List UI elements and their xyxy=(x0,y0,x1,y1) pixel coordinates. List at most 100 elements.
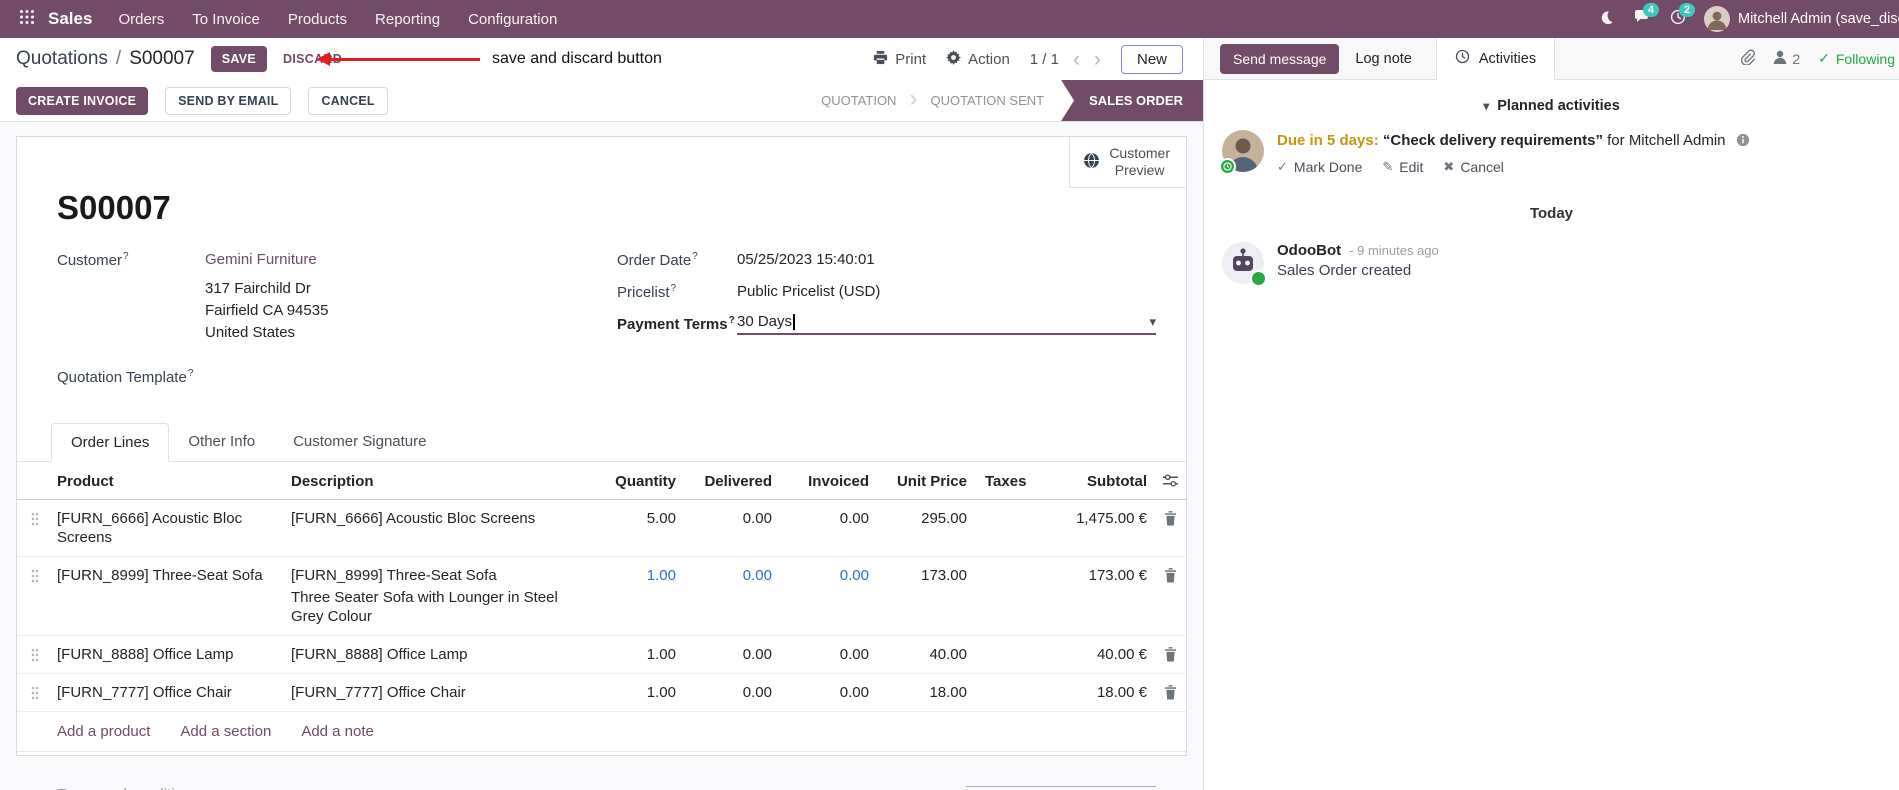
delete-line-icon[interactable] xyxy=(1155,683,1186,700)
invoiced-cell[interactable]: 0.00 xyxy=(780,645,877,664)
mark-done-button[interactable]: ✓ Mark Done xyxy=(1277,159,1362,175)
user-menu[interactable]: Mitchell Admin (save_discar xyxy=(1704,0,1899,38)
breadcrumb-quotations[interactable]: Quotations xyxy=(16,48,108,70)
header-delivered[interactable]: Delivered xyxy=(684,472,780,491)
online-badge xyxy=(1250,270,1267,287)
delivered-cell[interactable]: 0.00 xyxy=(684,566,780,585)
tab-other-info[interactable]: Other Info xyxy=(169,423,274,462)
action-menu-button[interactable]: Action xyxy=(946,49,1010,69)
drag-handle-icon[interactable] xyxy=(17,683,53,700)
product-cell[interactable]: [FURN_8999] Three-Seat Sofa xyxy=(53,566,291,585)
new-record-button[interactable]: New xyxy=(1120,44,1183,74)
print-button[interactable]: Print xyxy=(873,50,926,69)
activities-button[interactable]: 2 xyxy=(1660,0,1696,38)
activities-tab[interactable]: Activities xyxy=(1435,38,1556,80)
delivered-cell[interactable]: 0.00 xyxy=(684,683,780,702)
menu-reporting[interactable]: Reporting xyxy=(361,0,454,38)
header-description[interactable]: Description xyxy=(291,472,589,491)
pager-next-button[interactable]: › xyxy=(1094,49,1101,70)
order-line-row[interactable]: [FURN_7777] Office Chair [FURN_7777] Off… xyxy=(17,674,1186,712)
invoiced-cell[interactable]: 0.00 xyxy=(780,509,877,528)
product-cell[interactable]: [FURN_6666] Acoustic Bloc Screens xyxy=(53,509,291,547)
planned-activities-header[interactable]: ▾ Planned activities xyxy=(1204,98,1899,114)
messages-button[interactable]: 4 xyxy=(1624,0,1660,38)
quantity-cell[interactable]: 1.00 xyxy=(589,683,684,702)
apps-menu-button[interactable] xyxy=(12,0,42,38)
invoiced-cell[interactable]: 0.00 xyxy=(780,683,877,702)
dropdown-caret-icon[interactable]: ▾ xyxy=(1149,314,1156,330)
header-taxes[interactable]: Taxes xyxy=(975,472,1055,491)
payment-terms-input[interactable]: 30 Days ▾ xyxy=(737,313,1156,335)
customer-preview-button[interactable]: Customer Preview xyxy=(1069,137,1186,188)
delete-line-icon[interactable] xyxy=(1155,645,1186,662)
pricelist-value[interactable]: Public Pricelist (USD) xyxy=(737,283,880,300)
cancel-activity-button[interactable]: ✖ Cancel xyxy=(1443,159,1504,175)
optional-columns-icon[interactable] xyxy=(1155,472,1186,487)
pager-previous-button[interactable]: ‹ xyxy=(1073,49,1080,70)
delete-line-icon[interactable] xyxy=(1155,566,1186,583)
quantity-cell[interactable]: 1.00 xyxy=(589,566,684,585)
delivered-cell[interactable]: 0.00 xyxy=(684,509,780,528)
header-unit-price[interactable]: Unit Price xyxy=(877,472,975,491)
step-sales-order[interactable]: SALES ORDER xyxy=(1061,80,1203,121)
header-invoiced[interactable]: Invoiced xyxy=(780,472,877,491)
add-section-link[interactable]: Add a section xyxy=(180,723,271,740)
drag-handle-icon[interactable] xyxy=(17,566,53,583)
header-product[interactable]: Product xyxy=(53,472,291,491)
drag-handle-icon[interactable] xyxy=(17,509,53,526)
product-cell[interactable]: [FURN_7777] Office Chair xyxy=(53,683,291,702)
description-cell[interactable]: [FURN_8999] Three-Seat Sofa Three Seater … xyxy=(291,566,589,626)
order-date-value[interactable]: 05/25/2023 15:40:01 xyxy=(737,251,875,268)
order-line-row[interactable]: [FURN_6666] Acoustic Bloc Screens [FURN_… xyxy=(17,500,1186,557)
send-message-button[interactable]: Send message xyxy=(1220,43,1340,74)
following-button[interactable]: ✓ Following xyxy=(1818,50,1895,67)
form-view-column: Quotations / S00007 SAVE DISCARD save an… xyxy=(0,38,1204,790)
customer-field-value[interactable]: Gemini Furniture xyxy=(205,251,317,269)
description-cell[interactable]: [FURN_7777] Office Chair xyxy=(291,683,589,702)
info-icon[interactable] xyxy=(1736,132,1750,153)
menu-products[interactable]: Products xyxy=(274,0,361,38)
app-name[interactable]: Sales xyxy=(48,9,92,29)
unit-price-cell[interactable]: 18.00 xyxy=(877,683,975,702)
order-line-row[interactable]: [FURN_8888] Office Lamp [FURN_8888] Offi… xyxy=(17,636,1186,674)
quantity-cell[interactable]: 5.00 xyxy=(589,509,684,528)
header-subtotal[interactable]: Subtotal xyxy=(1055,472,1155,491)
message-author[interactable]: OdooBot xyxy=(1277,242,1341,259)
invoiced-cell[interactable]: 0.00 xyxy=(780,566,877,585)
delete-line-icon[interactable] xyxy=(1155,509,1186,526)
save-button[interactable]: SAVE xyxy=(210,46,268,72)
annotation-text: save and discard button xyxy=(492,50,662,67)
drag-handle-icon[interactable] xyxy=(17,645,53,662)
add-note-link[interactable]: Add a note xyxy=(301,723,374,740)
unit-price-cell[interactable]: 173.00 xyxy=(877,566,975,585)
step-quotation-sent[interactable]: QUOTATION SENT xyxy=(913,80,1061,121)
log-note-button[interactable]: Log note xyxy=(1355,51,1411,67)
order-line-row[interactable]: [FURN_8999] Three-Seat Sofa [FURN_8999] … xyxy=(17,557,1186,636)
dark-mode-button[interactable] xyxy=(1588,0,1624,38)
attachments-button[interactable] xyxy=(1740,49,1756,69)
product-cell[interactable]: [FURN_8888] Office Lamp xyxy=(53,645,291,664)
sale-order-sheet: Customer Preview S00007 Customer? Gemini… xyxy=(16,136,1187,790)
activity-avatar xyxy=(1219,130,1264,175)
followers-button[interactable]: 2 xyxy=(1773,50,1800,67)
cancel-order-button[interactable]: CANCEL xyxy=(308,86,388,115)
menu-orders[interactable]: Orders xyxy=(104,0,178,38)
menu-configuration[interactable]: Configuration xyxy=(454,0,571,38)
description-cell[interactable]: [FURN_8888] Office Lamp xyxy=(291,645,589,664)
create-invoice-button[interactable]: CREATE INVOICE xyxy=(16,86,149,115)
step-quotation[interactable]: QUOTATION xyxy=(804,80,913,121)
add-product-link[interactable]: Add a product xyxy=(57,723,150,740)
quantity-cell[interactable]: 1.00 xyxy=(589,645,684,664)
menu-to-invoice[interactable]: To Invoice xyxy=(178,0,274,38)
discard-button[interactable]: DISCARD xyxy=(283,52,342,66)
send-by-email-button[interactable]: SEND BY EMAIL xyxy=(165,86,292,115)
tab-customer-signature[interactable]: Customer Signature xyxy=(274,423,445,462)
terms-placeholder[interactable]: Terms and conditions... xyxy=(57,786,211,790)
delivered-cell[interactable]: 0.00 xyxy=(684,645,780,664)
edit-activity-button[interactable]: ✎ Edit xyxy=(1382,159,1423,175)
description-cell[interactable]: [FURN_6666] Acoustic Bloc Screens xyxy=(291,509,589,528)
header-quantity[interactable]: Quantity xyxy=(589,472,684,491)
tab-order-lines[interactable]: Order Lines xyxy=(51,423,170,462)
unit-price-cell[interactable]: 295.00 xyxy=(877,509,975,528)
unit-price-cell[interactable]: 40.00 xyxy=(877,645,975,664)
